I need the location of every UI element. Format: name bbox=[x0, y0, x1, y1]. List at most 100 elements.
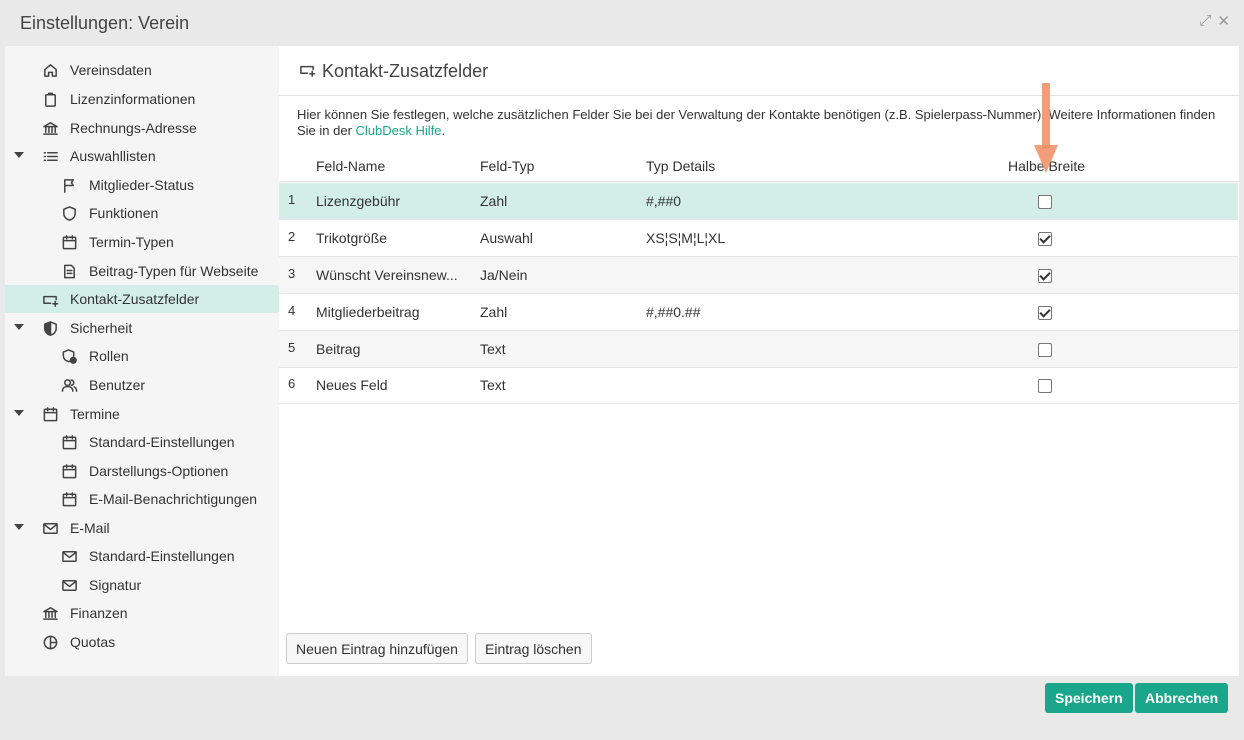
main-panel: Kontakt-Zusatzfelder Hier können Sie fes… bbox=[279, 46, 1239, 676]
half-width-checkbox[interactable] bbox=[1038, 306, 1052, 320]
help-link[interactable]: ClubDesk Hilfe bbox=[356, 123, 442, 138]
sidebar-item-benutzer[interactable]: Benutzer bbox=[5, 371, 279, 399]
sidebar-item-label: Termine bbox=[70, 406, 120, 422]
sidebar-item-auswahllisten[interactable]: Auswahllisten bbox=[5, 142, 279, 170]
table-row[interactable]: 5 Beitrag Text bbox=[279, 331, 1238, 368]
table-row[interactable]: 1 Lizenzgebühr Zahl #,##0 bbox=[279, 183, 1238, 220]
sidebar-item-mitglieder-status[interactable]: Mitglieder-Status bbox=[5, 171, 279, 199]
sidebar-item-email-standard[interactable]: Standard-Einstellungen bbox=[5, 542, 279, 570]
half-width-checkbox[interactable] bbox=[1038, 379, 1052, 393]
add-entry-button[interactable]: Neuen Eintrag hinzufügen bbox=[286, 633, 468, 664]
cell-type: Auswahl bbox=[480, 230, 533, 246]
delete-entry-button[interactable]: Eintrag löschen bbox=[475, 633, 592, 664]
home-icon bbox=[41, 61, 59, 79]
table-row[interactable]: 4 Mitgliederbeitrag Zahl #,##0.## bbox=[279, 294, 1238, 331]
close-icon[interactable]: ✕ bbox=[1217, 12, 1230, 30]
mail-icon bbox=[60, 576, 78, 594]
sidebar-item-termine-standard[interactable]: Standard-Einstellungen bbox=[5, 428, 279, 456]
table-row[interactable]: 3 Wünscht Vereinsnew... Ja/Nein bbox=[279, 257, 1238, 294]
cell-details: #,##0 bbox=[646, 193, 682, 209]
sidebar-item-termine[interactable]: Termine bbox=[5, 400, 279, 428]
sidebar-item-beitrag-typen[interactable]: Beitrag-Typen für Webseite bbox=[5, 257, 279, 285]
expand-caret-icon[interactable] bbox=[14, 524, 24, 530]
field-add-icon bbox=[41, 290, 59, 308]
sidebar-item-rechnungs-adresse[interactable]: Rechnungs-Adresse bbox=[5, 114, 279, 142]
sidebar-item-email[interactable]: E-Mail bbox=[5, 514, 279, 542]
panel-header: Kontakt-Zusatzfelder bbox=[279, 46, 1239, 96]
row-number: 1 bbox=[288, 192, 296, 207]
sidebar-item-finanzen[interactable]: Finanzen bbox=[5, 599, 279, 627]
sidebar-item-label: Funktionen bbox=[89, 205, 159, 221]
sidebar-item-termin-typen[interactable]: Termin-Typen bbox=[5, 228, 279, 256]
mail-icon bbox=[41, 519, 59, 537]
expand-caret-icon[interactable] bbox=[14, 324, 24, 330]
sidebar-item-label: Darstellungs-Optionen bbox=[89, 463, 229, 479]
sidebar-item-label: Finanzen bbox=[70, 605, 128, 621]
half-width-checkbox[interactable] bbox=[1038, 195, 1052, 209]
row-number: 4 bbox=[288, 303, 296, 318]
calendar-icon bbox=[60, 433, 78, 451]
half-width-checkbox[interactable] bbox=[1038, 343, 1052, 357]
sidebar-item-quotas[interactable]: Quotas bbox=[5, 628, 279, 656]
sidebar-item-vereinsdaten[interactable]: Vereinsdaten bbox=[5, 56, 279, 84]
sidebar-item-label: Auswahllisten bbox=[70, 148, 156, 164]
sidebar-item-rollen[interactable]: Rollen bbox=[5, 342, 279, 370]
half-width-checkbox[interactable] bbox=[1038, 232, 1052, 246]
cell-name: Mitgliederbeitrag bbox=[316, 304, 420, 320]
calendar-icon bbox=[41, 405, 59, 423]
flag-icon bbox=[60, 176, 78, 194]
calendar-icon bbox=[60, 462, 78, 480]
row-number: 2 bbox=[288, 229, 296, 244]
table-row[interactable]: 2 Trikotgröße Auswahl XS¦S¦M¦L¦XL bbox=[279, 220, 1238, 257]
cell-name: Beitrag bbox=[316, 341, 361, 357]
row-number: 5 bbox=[288, 340, 296, 355]
cell-type: Text bbox=[480, 341, 506, 357]
column-header-details[interactable]: Typ Details bbox=[646, 158, 715, 174]
shield-lock-icon bbox=[60, 347, 78, 365]
cell-name: Wünscht Vereinsnew... bbox=[316, 267, 458, 283]
users-icon bbox=[60, 376, 78, 394]
sidebar-item-darstellungs-optionen[interactable]: Darstellungs-Optionen bbox=[5, 457, 279, 485]
calendar-icon bbox=[60, 233, 78, 251]
expand-caret-icon[interactable] bbox=[14, 152, 24, 158]
pie-icon bbox=[41, 633, 59, 651]
sidebar-item-label: Benutzer bbox=[89, 377, 146, 393]
column-header-name[interactable]: Feld-Name bbox=[316, 158, 385, 174]
sidebar-item-funktionen[interactable]: Funktionen bbox=[5, 199, 279, 227]
sidebar-item-lizenzinformationen[interactable]: Lizenzinformationen bbox=[5, 85, 279, 113]
sidebar-item-label: Kontakt-Zusatzfelder bbox=[70, 291, 200, 307]
dialog-title: Einstellungen: Verein bbox=[20, 13, 190, 33]
sidebar-item-label: Quotas bbox=[70, 634, 116, 650]
sidebar-item-kontakt-zusatzfelder[interactable]: Kontakt-Zusatzfelder bbox=[5, 285, 279, 313]
save-button[interactable]: Speichern bbox=[1045, 683, 1133, 713]
sidebar-item-label: E-Mail bbox=[70, 520, 110, 536]
document-icon bbox=[60, 262, 78, 280]
window-controls: ⤢ ✕ bbox=[1199, 12, 1230, 30]
sidebar-item-label: Standard-Einstellungen bbox=[89, 548, 235, 564]
sidebar-item-label: Rechnungs-Adresse bbox=[70, 120, 197, 136]
settings-dialog: Einstellungen: Verein ⤢ ✕ Vereinsdaten L… bbox=[0, 0, 1244, 740]
cancel-button[interactable]: Abbrechen bbox=[1135, 683, 1229, 713]
title-bar: Einstellungen: Verein ⤢ ✕ bbox=[0, 0, 1244, 46]
column-header-type[interactable]: Feld-Typ bbox=[480, 158, 534, 174]
half-width-checkbox[interactable] bbox=[1038, 269, 1052, 283]
cell-details: XS¦S¦M¦L¦XL bbox=[646, 230, 726, 246]
row-number: 3 bbox=[288, 266, 296, 281]
row-number: 6 bbox=[288, 376, 296, 391]
table-row[interactable]: 6 Neues Feld Text bbox=[279, 367, 1238, 404]
sidebar-item-label: Lizenzinformationen bbox=[70, 91, 196, 107]
clipboard-icon bbox=[41, 90, 59, 108]
sidebar-item-signatur[interactable]: Signatur bbox=[5, 571, 279, 599]
sidebar-item-label: Signatur bbox=[89, 577, 142, 593]
page-title: Kontakt-Zusatzfelder bbox=[322, 61, 489, 81]
maximize-icon[interactable]: ⤢ bbox=[1199, 12, 1211, 30]
expand-caret-icon[interactable] bbox=[14, 410, 24, 416]
table-header: Feld-Name Feld-Typ Typ Details Halbe Bre… bbox=[279, 152, 1239, 182]
mail-icon bbox=[60, 547, 78, 565]
bank-icon bbox=[41, 604, 59, 622]
field-add-icon bbox=[299, 61, 316, 81]
sidebar-item-email-benachrichtigungen[interactable]: E-Mail-Benachrichtigungen bbox=[5, 485, 279, 513]
cell-name: Lizenzgebühr bbox=[316, 193, 401, 209]
sidebar-item-sicherheit[interactable]: Sicherheit bbox=[5, 314, 279, 342]
description-end: . bbox=[441, 123, 446, 138]
